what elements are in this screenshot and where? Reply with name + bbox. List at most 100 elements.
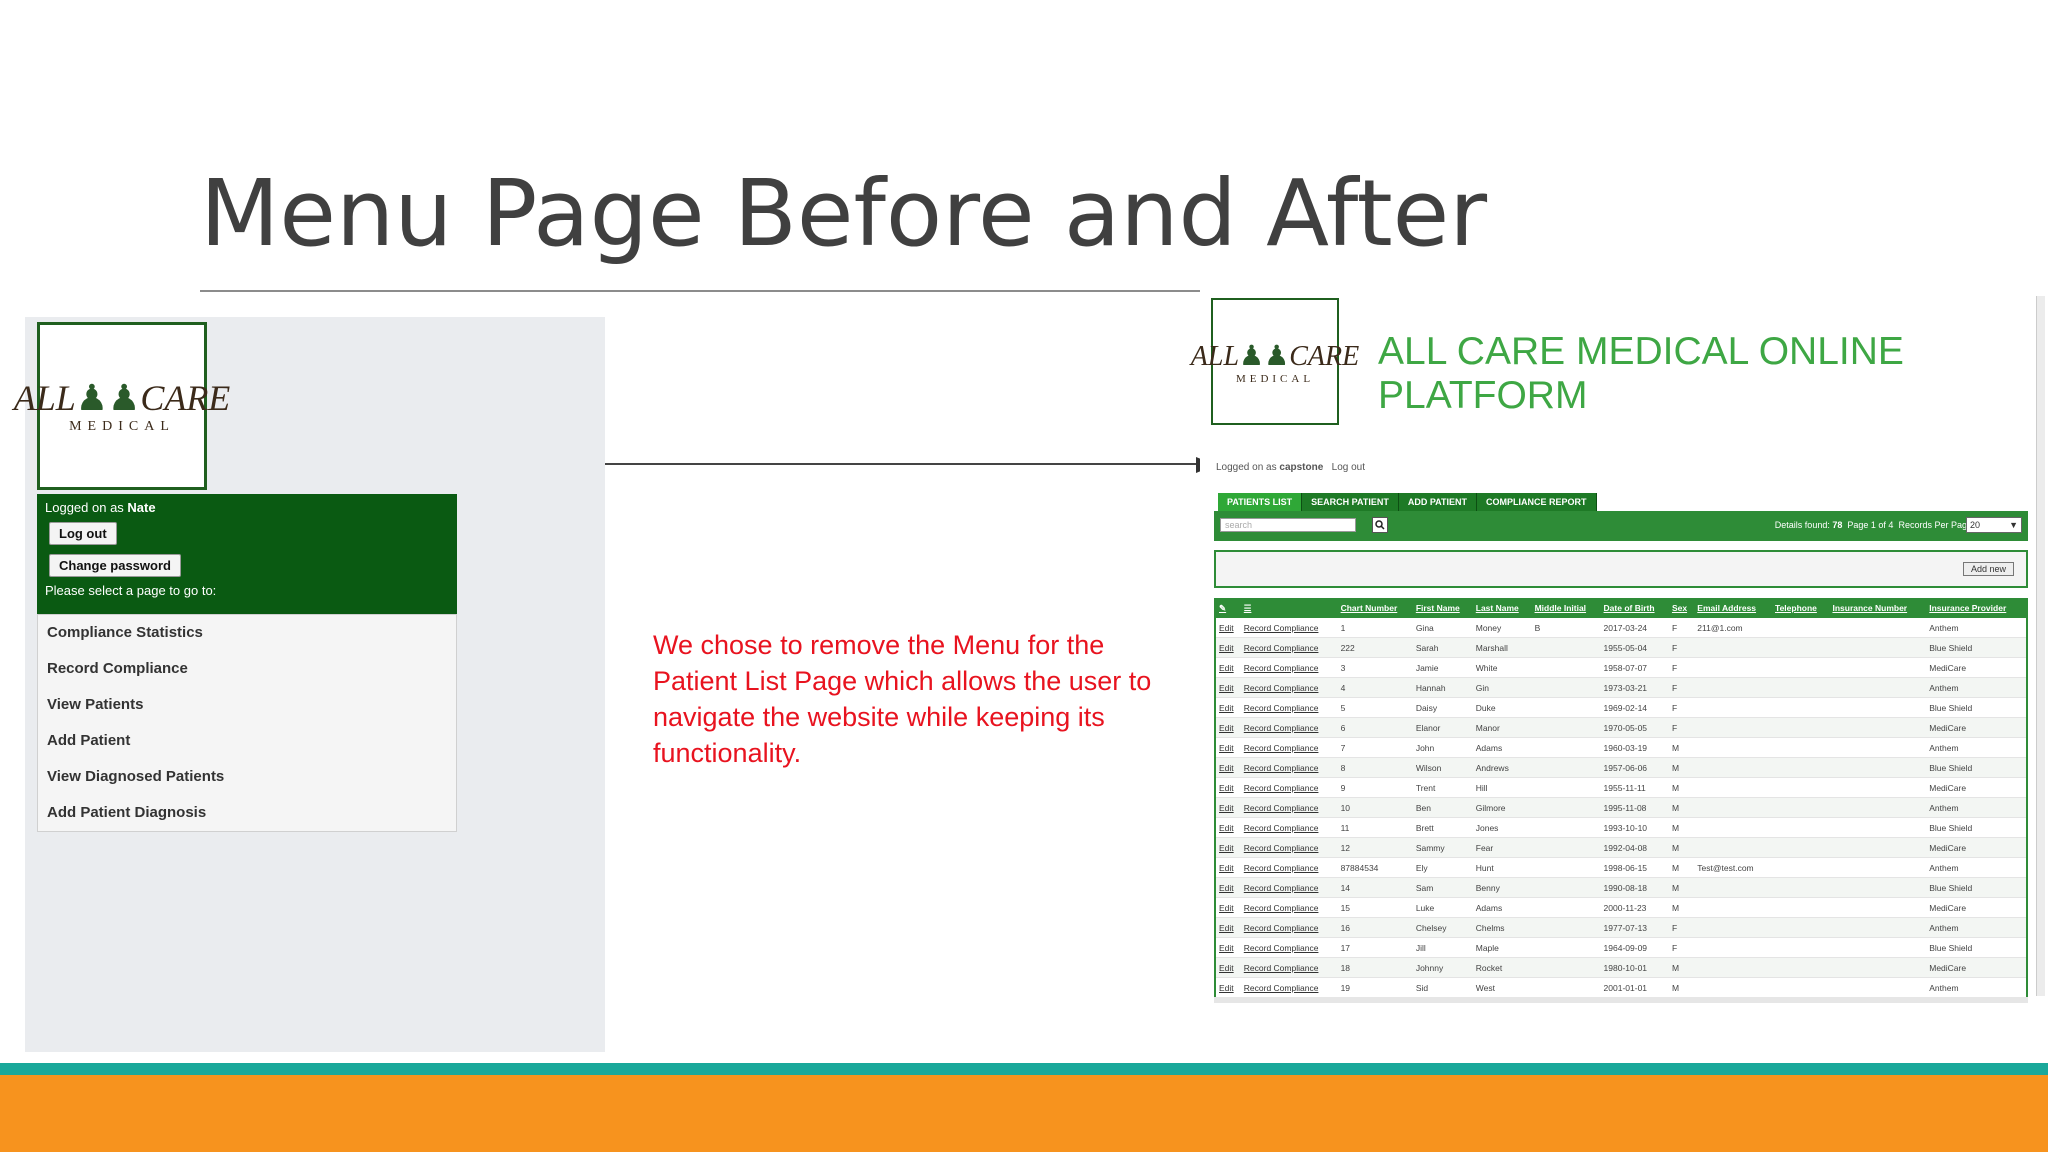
edit-link[interactable]: Edit (1216, 957, 1241, 978)
edit-link[interactable]: Edit (1216, 837, 1241, 858)
record-compliance-link[interactable]: Record Compliance (1240, 757, 1338, 778)
column-header[interactable]: Telephone (1772, 598, 1830, 618)
tab-patients-list[interactable]: PATIENTS LIST (1218, 493, 1303, 511)
record-compliance-link[interactable]: Record Compliance (1240, 737, 1338, 758)
menu-item-add-patient[interactable]: Add Patient (38, 723, 456, 759)
change-password-button[interactable]: Change password (49, 554, 181, 577)
edit-column-icon: ✎ (1216, 598, 1241, 618)
edit-link[interactable]: Edit (1216, 637, 1241, 658)
record-compliance-link[interactable]: Record Compliance (1240, 897, 1338, 918)
column-header[interactable]: Sex (1668, 598, 1695, 618)
record-compliance-link[interactable]: Record Compliance (1240, 937, 1338, 958)
table-cell: MediCare (1926, 957, 2026, 978)
record-compliance-link[interactable]: Record Compliance (1240, 917, 1338, 938)
record-compliance-link[interactable]: Record Compliance (1240, 697, 1338, 718)
edit-link[interactable]: Edit (1216, 977, 1241, 998)
records-per-page-select[interactable]: 20 ▼ (1966, 517, 2022, 533)
table-cell: Chelms (1472, 917, 1532, 938)
table-cell: 1992-04-08 (1600, 837, 1669, 858)
menu-item-record-compliance[interactable]: Record Compliance (38, 651, 456, 687)
record-compliance-link[interactable]: Record Compliance (1240, 817, 1338, 838)
table-cell: F (1668, 637, 1695, 658)
record-compliance-link[interactable]: Record Compliance (1240, 677, 1338, 698)
table-cell (1694, 717, 1773, 738)
vertical-scrollbar[interactable] (2036, 296, 2045, 996)
record-compliance-link[interactable]: Record Compliance (1240, 957, 1338, 978)
table-cell: F (1668, 917, 1695, 938)
edit-link[interactable]: Edit (1216, 777, 1241, 798)
search-input[interactable]: search (1220, 518, 1356, 532)
table-cell (1772, 657, 1830, 678)
column-header[interactable]: Chart Number (1337, 598, 1413, 618)
record-compliance-link[interactable]: Record Compliance (1240, 637, 1338, 658)
table-cell: Blue Shield (1926, 877, 2026, 898)
edit-link[interactable]: Edit (1216, 897, 1241, 918)
edit-link[interactable]: Edit (1216, 797, 1241, 818)
edit-link[interactable]: Edit (1216, 618, 1241, 638)
record-compliance-link[interactable]: Record Compliance (1240, 877, 1338, 898)
table-cell (1694, 737, 1773, 758)
table-cell: 1964-09-09 (1600, 937, 1669, 958)
record-compliance-link[interactable]: Record Compliance (1240, 857, 1338, 878)
column-header[interactable]: Middle Initial (1531, 598, 1601, 618)
edit-link[interactable]: Edit (1216, 937, 1241, 958)
edit-link[interactable]: Edit (1216, 657, 1241, 678)
table-cell (1772, 957, 1830, 978)
column-header[interactable]: Date of Birth (1600, 598, 1669, 618)
record-compliance-link[interactable]: Record Compliance (1240, 837, 1338, 858)
edit-link[interactable]: Edit (1216, 737, 1241, 758)
edit-link[interactable]: Edit (1216, 877, 1241, 898)
logout-link[interactable]: Log out (1332, 462, 1365, 473)
table-cell (1694, 977, 1773, 998)
menu-item-view-patients[interactable]: View Patients (38, 687, 456, 723)
column-header[interactable]: First Name (1412, 598, 1473, 618)
search-icon[interactable] (1372, 517, 1388, 533)
table-cell: Trent (1412, 777, 1473, 798)
edit-link[interactable]: Edit (1216, 677, 1241, 698)
table-cell (1531, 637, 1601, 658)
menu-item-add-patient-diagnosis[interactable]: Add Patient Diagnosis (38, 795, 456, 831)
table-toolbar: Add new (1214, 550, 2028, 588)
table-cell: F (1668, 697, 1695, 718)
table-cell: 1969-02-14 (1600, 697, 1669, 718)
table-cell: Daisy (1412, 697, 1473, 718)
table-header-row: ✎ ☰ Chart Number First Name Last Name Mi… (1216, 598, 2026, 618)
table-row: Edit Record Compliance 4 Hannah Gin 1973-03-2… (1216, 677, 2026, 698)
column-header[interactable]: Last Name (1472, 598, 1532, 618)
table-cell (1829, 697, 1927, 718)
record-compliance-link[interactable]: Record Compliance (1240, 717, 1338, 738)
horizontal-scrollbar[interactable] (1214, 997, 2028, 1003)
table-cell: 5 (1337, 697, 1413, 718)
add-new-button[interactable]: Add new (1962, 562, 2014, 576)
table-cell (1829, 737, 1927, 758)
table-row: Edit Record Compliance 87884534 Ely Hunt 1998… (1216, 857, 2026, 878)
edit-link[interactable]: Edit (1216, 757, 1241, 778)
edit-link[interactable]: Edit (1216, 817, 1241, 838)
table-cell (1772, 637, 1830, 658)
search-bar: search Details found: 78 Page 1 of 4 Rec… (1214, 511, 2028, 541)
table-cell (1772, 737, 1830, 758)
tab-search-patient[interactable]: SEARCH PATIENT (1302, 493, 1399, 511)
record-compliance-link[interactable]: Record Compliance (1240, 618, 1338, 638)
tab-add-patient[interactable]: ADD PATIENT (1398, 493, 1478, 511)
column-header[interactable]: Insurance Number (1829, 598, 1927, 618)
record-compliance-link[interactable]: Record Compliance (1240, 657, 1338, 678)
menu-item-compliance-statistics[interactable]: Compliance Statistics (38, 615, 456, 651)
table-cell (1531, 777, 1601, 798)
tab-compliance-report[interactable]: COMPLIANCE REPORT (1477, 493, 1597, 511)
edit-link[interactable]: Edit (1216, 717, 1241, 738)
table-cell: 1960-03-19 (1600, 737, 1669, 758)
column-header[interactable]: Email Address (1694, 598, 1773, 618)
table-cell (1694, 957, 1773, 978)
menu-item-view-diagnosed-patients[interactable]: View Diagnosed Patients (38, 759, 456, 795)
edit-link[interactable]: Edit (1216, 917, 1241, 938)
record-compliance-link[interactable]: Record Compliance (1240, 777, 1338, 798)
column-header[interactable]: Insurance Provider (1926, 598, 2026, 618)
table-cell: Duke (1472, 697, 1532, 718)
edit-link[interactable]: Edit (1216, 697, 1241, 718)
edit-link[interactable]: Edit (1216, 857, 1241, 878)
table-cell: 1955-11-11 (1600, 777, 1669, 798)
record-compliance-link[interactable]: Record Compliance (1240, 797, 1338, 818)
record-compliance-link[interactable]: Record Compliance (1240, 977, 1338, 998)
logout-button[interactable]: Log out (49, 522, 117, 545)
